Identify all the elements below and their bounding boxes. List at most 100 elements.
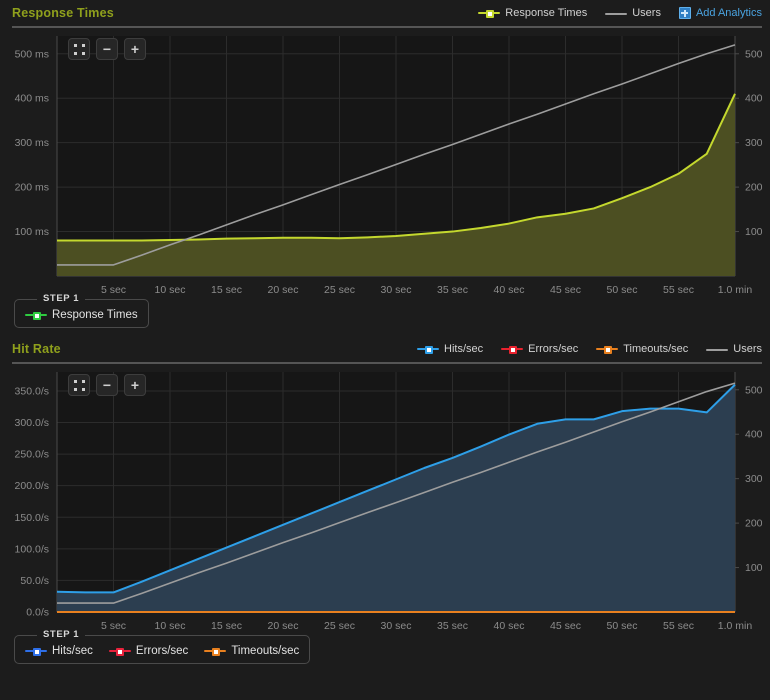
x-axis-tick: 40 sec: [494, 620, 525, 629]
step-item-timeouts-per-sec[interactable]: Timeouts/sec: [204, 645, 299, 657]
step-legend-box: STEP 1 Response Times: [14, 293, 149, 328]
legend-item-hits-per-sec[interactable]: Hits/sec: [417, 343, 483, 355]
x-axis-tick: 35 sec: [437, 620, 468, 629]
x-axis-tick: 25 sec: [324, 284, 355, 293]
y2-axis-tick: 400: [745, 429, 763, 441]
minus-icon: −: [102, 41, 112, 57]
zoom-in-button[interactable]: +: [124, 38, 146, 60]
legend-item-users[interactable]: Users: [605, 7, 661, 19]
users-line-icon: [706, 345, 729, 354]
hit-rate-svg: 0.0/s 50.0/s 100.0/s 150.0/s 200.0/s 250.0/s 3…: [15, 372, 763, 629]
legend-label: Timeouts/sec: [623, 343, 689, 355]
x-axis-tick: 35 sec: [437, 284, 468, 293]
hit-rate-step-legend-row: STEP 1 Hits/sec Errors/sec Timeouts/sec: [0, 629, 770, 672]
legend-item-timeouts-per-sec[interactable]: Timeouts/sec: [596, 343, 688, 355]
plus-icon: +: [130, 41, 140, 57]
step-item-response-times[interactable]: Response Times: [25, 309, 138, 321]
users-line-icon: [605, 9, 628, 18]
y-axis-tick: 200 ms: [15, 182, 49, 194]
x-axis-tick: 55 sec: [663, 284, 694, 293]
plus-icon: +: [130, 377, 140, 393]
y2-axis-tick: 400: [745, 93, 763, 105]
x-axis-tick: 45 sec: [550, 620, 581, 629]
fit-icon: [73, 43, 85, 55]
step-item-label: Response Times: [52, 309, 138, 321]
y2-axis-tick: 300: [745, 137, 763, 149]
fit-to-screen-button[interactable]: [68, 374, 90, 396]
legend-item-response-times[interactable]: Response Times: [478, 7, 587, 19]
errors-step-icon: [108, 647, 131, 656]
timeouts-step-icon: [204, 647, 227, 656]
response-times-panel: Response Times Response Times Users Add …: [0, 0, 770, 336]
y-axis-tick: 300.0/s: [15, 417, 49, 429]
response-times-step-legend-row: STEP 1 Response Times: [0, 293, 770, 336]
x-axis-tick: 20 sec: [268, 620, 299, 629]
response-times-step-icon: [25, 311, 47, 320]
x-axis-tick: 40 sec: [494, 284, 525, 293]
response-times-header: Response Times Response Times Users Add …: [0, 0, 770, 26]
zoom-out-button[interactable]: −: [96, 374, 118, 396]
y2-axis-tick: 200: [745, 518, 763, 530]
hits-step-icon: [25, 647, 47, 656]
y-axis-tick: 100.0/s: [15, 543, 49, 555]
response-times-plot[interactable]: − + 100 ms 200 ms 300 ms 400 ms 500 ms 100 200…: [0, 28, 770, 293]
y2-axis-tick: 500: [745, 384, 763, 396]
y-axis-tick: 300 ms: [15, 137, 49, 149]
y-axis-tick: 50.0/s: [20, 575, 49, 587]
y-axis-tick: 100 ms: [15, 226, 49, 238]
hits-line-icon: [417, 345, 439, 354]
response-times-svg: 100 ms 200 ms 300 ms 400 ms 500 ms 100 200 300 4…: [15, 36, 763, 293]
hit-rate-zoom-controls: − +: [68, 374, 146, 396]
step-item-label: Timeouts/sec: [231, 645, 300, 657]
minus-icon: −: [102, 377, 112, 393]
add-box-icon: [678, 7, 691, 19]
y2-axis-tick: 300: [745, 473, 763, 485]
fit-icon: [73, 379, 85, 391]
hit-rate-header: Hit Rate Hits/sec Errors/sec Timeouts/se…: [0, 336, 770, 362]
x-axis-tick: 50 sec: [607, 284, 638, 293]
timeouts-line-icon: [596, 345, 619, 354]
hit-rate-legend: Hits/sec Errors/sec Timeouts/sec Users: [417, 343, 762, 355]
legend-item-errors-per-sec[interactable]: Errors/sec: [501, 343, 578, 355]
response-times-line-icon: [478, 9, 501, 18]
x-axis-tick: 25 sec: [324, 620, 355, 629]
step-item-hits-per-sec[interactable]: Hits/sec: [25, 645, 93, 657]
legend-label: Users: [632, 7, 661, 19]
y2-axis-tick: 500: [745, 48, 763, 60]
x-axis-tick: 10 sec: [155, 620, 186, 629]
x-axis-tick: 50 sec: [607, 620, 638, 629]
y-axis-tick: 350.0/s: [15, 385, 49, 397]
legend-label: Hits/sec: [444, 343, 484, 355]
step-label: STEP 1: [37, 629, 86, 640]
response-times-zoom-controls: − +: [68, 38, 146, 60]
x-axis-tick: 1.0 min: [718, 284, 753, 293]
hit-rate-panel: Hit Rate Hits/sec Errors/sec Timeouts/se…: [0, 336, 770, 672]
errors-line-icon: [501, 345, 524, 354]
step-item-errors-per-sec[interactable]: Errors/sec: [108, 645, 189, 657]
step-item-label: Errors/sec: [135, 645, 189, 657]
zoom-out-button[interactable]: −: [96, 38, 118, 60]
fit-to-screen-button[interactable]: [68, 38, 90, 60]
x-axis-tick: 55 sec: [663, 620, 694, 629]
x-axis-tick: 15 sec: [211, 620, 242, 629]
step-label: STEP 1: [37, 293, 86, 304]
legend-item-users[interactable]: Users: [706, 343, 762, 355]
legend-label: Users: [733, 343, 762, 355]
y2-axis-tick: 100: [745, 226, 763, 238]
add-analytics-button[interactable]: Add Analytics: [678, 7, 762, 19]
zoom-in-button[interactable]: +: [124, 374, 146, 396]
legend-label: Errors/sec: [528, 343, 579, 355]
step-item-label: Hits/sec: [52, 645, 93, 657]
x-axis-tick: 1.0 min: [718, 620, 753, 629]
page-title: Response Times: [12, 6, 114, 20]
x-axis-tick: 20 sec: [268, 284, 299, 293]
y2-axis-tick: 100: [745, 562, 763, 574]
x-axis-tick: 30 sec: [381, 284, 412, 293]
y2-axis-tick: 200: [745, 182, 763, 194]
hit-rate-plot[interactable]: − + 0.0/s 50.0/s 100.0/s 150.0/s 200.0/s 250.…: [0, 364, 770, 629]
y-axis-tick: 400 ms: [15, 93, 49, 105]
y-axis-tick: 150.0/s: [15, 512, 49, 524]
hit-rate-title: Hit Rate: [12, 342, 61, 356]
x-axis-tick: 45 sec: [550, 284, 581, 293]
y-axis-tick: 250.0/s: [15, 449, 49, 461]
